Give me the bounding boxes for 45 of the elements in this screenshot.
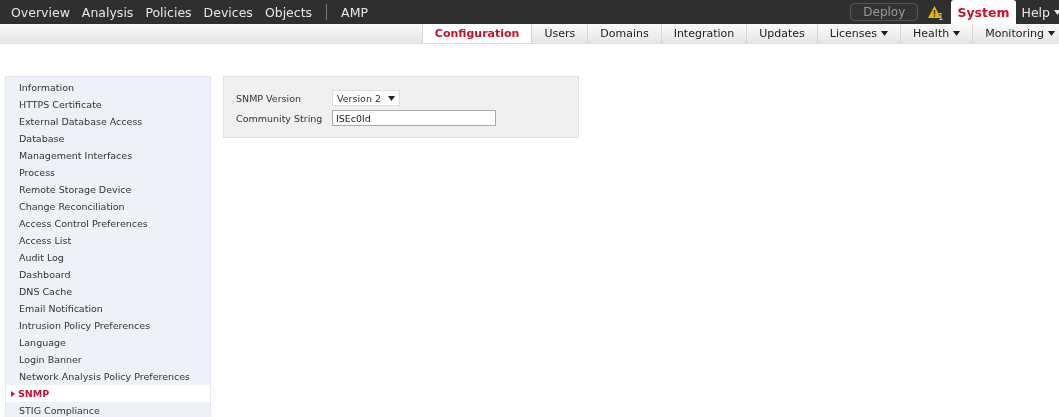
warning-icon[interactable] [928,6,942,18]
config-tab[interactable]: Licenses [816,24,901,43]
nav-tab[interactable]: Help [1015,0,1059,24]
sidebar-item[interactable]: External Database Access [6,113,210,130]
sidebar-item[interactable]: Email Notification [6,300,210,317]
sidebar-item[interactable]: Management Interfaces [6,147,210,164]
sidebar-item[interactable]: DNS Cache [6,283,210,300]
caret-right-icon [11,390,15,397]
nav-item[interactable]: Objects [258,4,319,20]
sidebar-item[interactable]: Dashboard [6,266,210,283]
config-tab[interactable]: Users [531,24,588,43]
config-tab[interactable]: Monitoring [972,24,1059,43]
sidebar-item[interactable]: Database [6,130,210,147]
config-tab[interactable]: Updates [746,24,817,43]
nav-item[interactable]: Policies [139,4,198,20]
sidebar-item[interactable]: Audit Log [6,249,210,266]
sidebar-item[interactable]: Login Banner [6,351,210,368]
nav-item[interactable]: AMP [335,4,374,20]
sidebar-item[interactable]: SNMP [6,385,210,402]
config-tab[interactable]: Health [900,24,973,43]
sidebar-item[interactable]: Access Control Preferences [6,215,210,232]
field-label: SNMP Version [236,92,302,104]
config-tab[interactable]: Domains [587,24,661,43]
nav-tab[interactable]: System [951,0,1016,24]
alert-count: 1 [938,13,944,22]
sidebar-item[interactable]: Intrusion Policy Preferences [6,317,210,334]
sidebar-item[interactable]: Process [6,164,210,181]
sidebar-item[interactable]: HTTPS Certificate [6,96,210,113]
community-string-field[interactable]: ISEc0ld [332,110,496,126]
sidebar-item[interactable]: Remote Storage Device [6,181,210,198]
sidebar-item[interactable]: STIG Compliance [6,402,210,417]
version-dropdown[interactable]: Version 2 [332,90,400,106]
config-tab[interactable]: Configuration [421,24,532,43]
nav-item[interactable]: Analysis [75,4,140,20]
sidebar-item[interactable]: Information [6,79,210,96]
sidebar-item[interactable]: Change Reconciliation [6,198,210,215]
nav-item[interactable]: Devices [197,4,259,20]
field-label: Community String [236,112,324,124]
caret-icon [388,95,395,101]
sidebar-item[interactable]: Access List [6,232,210,249]
nav-item[interactable]: Overview [5,4,76,20]
sidebar-item[interactable]: Network Analysis Policy Preferences [6,368,210,385]
sidebar-item[interactable]: Language [6,334,210,351]
deploy-button[interactable]: Deploy [850,3,919,21]
config-tab[interactable]: Integration [660,24,747,43]
